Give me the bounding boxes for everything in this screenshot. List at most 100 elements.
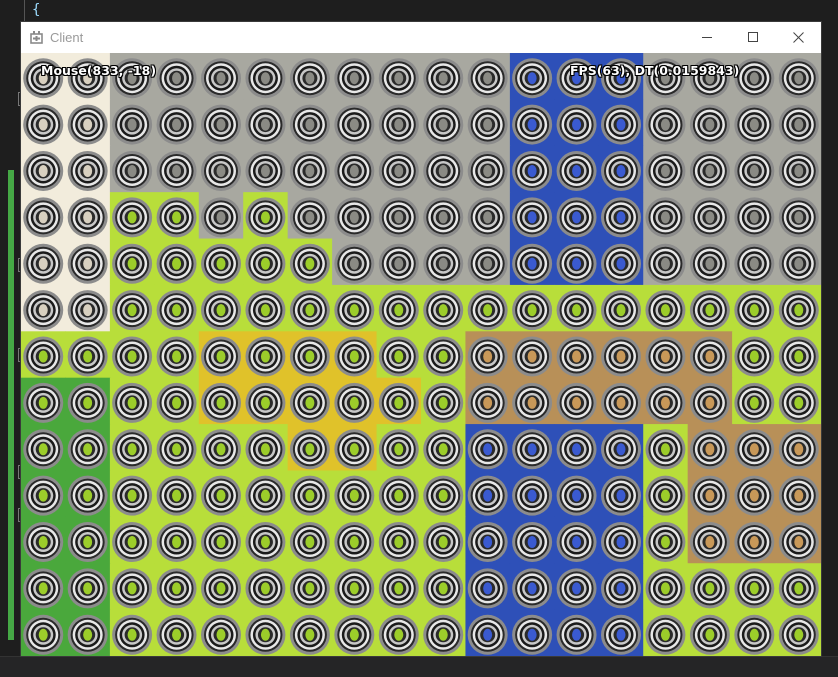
ring-token — [467, 290, 508, 331]
ring-token — [601, 614, 641, 655]
ring-token — [778, 197, 819, 238]
ring-token — [512, 104, 553, 145]
ring-token — [289, 522, 330, 563]
ring-token — [423, 150, 464, 191]
ring-token — [734, 382, 775, 423]
ring-token — [67, 104, 108, 145]
ring-token — [734, 475, 775, 516]
minimize-button[interactable] — [684, 22, 730, 53]
ring-token — [423, 382, 464, 423]
ring-token — [734, 243, 775, 284]
ring-token — [201, 243, 241, 284]
close-button[interactable] — [775, 22, 821, 53]
ring-token — [512, 243, 553, 284]
ring-token — [512, 614, 553, 655]
ring-token — [689, 522, 730, 563]
ring-token — [23, 290, 64, 331]
ring-token — [556, 150, 597, 191]
ring-token — [201, 522, 241, 563]
ring-token — [601, 104, 641, 145]
ring-token — [334, 197, 375, 238]
ring-token — [556, 522, 597, 563]
ring-token — [601, 429, 641, 470]
game-canvas[interactable] — [21, 53, 821, 656]
ring-token — [245, 614, 286, 655]
ring-token — [378, 290, 419, 331]
ring-token — [512, 429, 553, 470]
ring-token — [67, 290, 108, 331]
maximize-button[interactable] — [730, 22, 776, 53]
ring-token — [734, 336, 775, 377]
maximize-icon — [747, 32, 758, 42]
ring-token — [156, 429, 197, 470]
ring-token — [378, 614, 419, 655]
ring-token — [378, 150, 419, 191]
ring-token — [734, 150, 775, 191]
ring-token — [112, 382, 153, 423]
ring-token — [289, 197, 330, 238]
ring-token — [689, 104, 730, 145]
ring-token — [334, 475, 375, 516]
ring-token — [467, 243, 508, 284]
ring-token — [112, 429, 153, 470]
ring-token — [645, 475, 686, 516]
ring-token — [245, 475, 286, 516]
ring-token — [67, 150, 108, 191]
ring-token — [334, 614, 375, 655]
ring-token — [601, 475, 641, 516]
title-bar[interactable]: Client — [21, 22, 821, 53]
ring-token — [156, 336, 197, 377]
ring-token — [778, 568, 819, 609]
ring-token — [601, 382, 641, 423]
ring-token — [334, 568, 375, 609]
ring-token — [23, 243, 64, 284]
ring-token — [378, 243, 419, 284]
ring-token — [23, 614, 64, 655]
ring-token — [512, 150, 553, 191]
ring-token — [778, 429, 819, 470]
client-window: Client Mouse(833, -18) FPS(63), DT(0.015… — [21, 22, 821, 656]
ring-token — [23, 336, 64, 377]
ring-token — [112, 522, 153, 563]
ring-token — [201, 150, 241, 191]
ring-token — [156, 382, 197, 423]
ring-token — [512, 58, 553, 99]
ring-token — [423, 429, 464, 470]
ring-token — [512, 475, 553, 516]
ring-token — [23, 150, 64, 191]
ring-token — [378, 58, 419, 99]
ring-token — [245, 104, 286, 145]
ring-token — [156, 614, 197, 655]
ring-token — [378, 568, 419, 609]
ring-token — [512, 197, 553, 238]
ring-token — [156, 150, 197, 191]
ring-token — [334, 382, 375, 423]
ring-token — [112, 614, 153, 655]
ring-token — [423, 290, 464, 331]
ring-token — [467, 382, 508, 423]
ring-token — [645, 614, 686, 655]
mouse-coordinate-readout: Mouse(833, -18) — [41, 63, 157, 78]
editor-indent-guide — [24, 0, 25, 22]
ring-token — [289, 150, 330, 191]
ring-token — [156, 197, 197, 238]
ring-token — [689, 336, 730, 377]
ring-token — [645, 336, 686, 377]
ring-token — [778, 614, 819, 655]
ring-token — [645, 382, 686, 423]
close-icon — [792, 32, 804, 43]
ring-token — [156, 475, 197, 516]
ring-token — [112, 568, 153, 609]
ring-token — [112, 290, 153, 331]
ring-token — [645, 104, 686, 145]
ring-token — [334, 290, 375, 331]
ring-token — [378, 336, 419, 377]
ring-token — [467, 568, 508, 609]
ring-token — [201, 568, 241, 609]
ring-token — [289, 104, 330, 145]
ring-token — [601, 243, 641, 284]
ring-token — [423, 243, 464, 284]
ring-token — [334, 150, 375, 191]
game-viewport[interactable]: Mouse(833, -18) FPS(63), DT(0.0159843) — [21, 53, 821, 656]
ring-token — [201, 58, 241, 99]
